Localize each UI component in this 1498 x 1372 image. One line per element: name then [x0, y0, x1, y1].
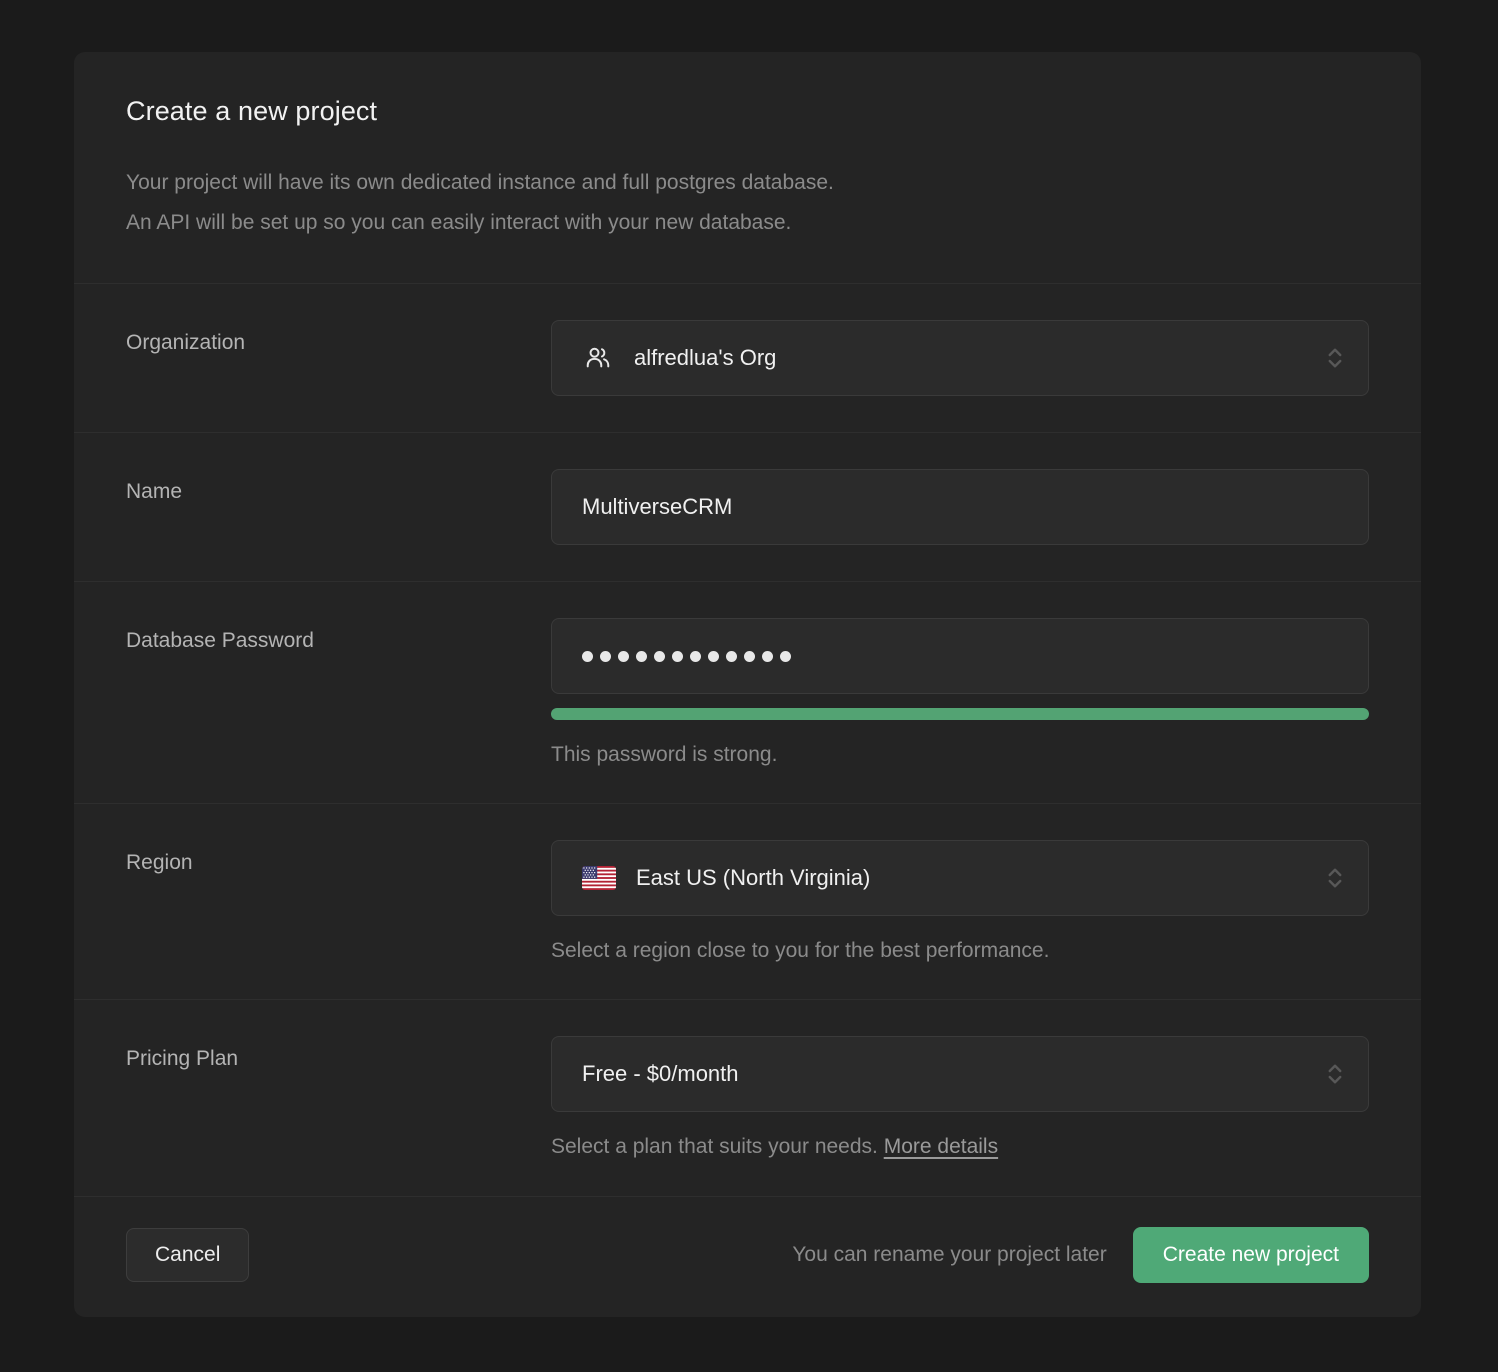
organization-label: Organization [126, 331, 246, 354]
dialog-description-line-2: An API will be set up so you can easily … [126, 211, 792, 234]
rename-note: You can rename your project later [792, 1242, 1107, 1266]
create-new-project-button[interactable]: Create new project [1132, 1226, 1369, 1283]
dialog-description-line-1: Your project will have its own dedicated… [126, 171, 834, 194]
users-icon [582, 344, 614, 372]
chevron-up-down-icon [1326, 863, 1344, 893]
more-details-link[interactable]: More details [884, 1135, 998, 1158]
dialog-footer: Cancel You can rename your project later… [74, 1195, 1421, 1317]
region-field: East US (North Virginia) Select a region… [551, 840, 1369, 963]
field-row-pricing-plan: Pricing Plan Free - $0/month Select a pl… [74, 999, 1421, 1195]
organization-value: alfredlua's Org [634, 345, 777, 370]
password-strength-text: This password is strong. [551, 743, 778, 766]
pricing-plan-label: Pricing Plan [126, 1047, 239, 1071]
name-field: MultiverseCRM [551, 469, 1369, 545]
cancel-button[interactable]: Cancel [126, 1227, 250, 1282]
create-project-dialog: Create a new project Your project will h… [74, 52, 1421, 1317]
field-row-organization: Organization alfredlua's Org [74, 283, 1421, 432]
pricing-plan-value: Free - $0/month [582, 1061, 739, 1087]
name-label: Name [126, 480, 183, 503]
footer-actions: You can rename your project later Create… [792, 1226, 1369, 1283]
region-value: East US (North Virginia) [636, 865, 871, 891]
dialog-header: Create a new project Your project will h… [74, 52, 1421, 283]
database-password-input[interactable] [551, 618, 1369, 694]
organization-field: alfredlua's Org [551, 320, 1369, 396]
dialog-description: Your project will have its own dedicated… [126, 163, 1369, 243]
chevron-up-down-icon [1326, 1059, 1344, 1089]
password-field: This password is strong. [551, 618, 1369, 767]
pricing-plan-helper-text: Select a plan that suits your needs. [551, 1135, 878, 1159]
pricing-plan-field: Free - $0/month Select a plan that suits… [551, 1036, 1369, 1159]
pricing-plan-select[interactable]: Free - $0/month [551, 1036, 1369, 1113]
password-strength-bar [551, 708, 1369, 720]
field-row-password: Database Password This password is stron… [74, 581, 1421, 803]
password-label: Database Password [126, 629, 314, 652]
field-row-region: Region East US (North Virginia) Select a… [74, 803, 1421, 999]
page-background: Create a new project Your project will h… [0, 0, 1498, 1372]
organization-select[interactable]: alfredlua's Org [551, 320, 1369, 396]
region-helper-text: Select a region close to you for the bes… [551, 939, 1050, 963]
region-select[interactable]: East US (North Virginia) [551, 840, 1369, 917]
field-row-name: Name MultiverseCRM [74, 432, 1421, 581]
project-name-input[interactable]: MultiverseCRM [551, 469, 1369, 545]
region-label: Region [126, 851, 193, 875]
chevron-up-down-icon [1326, 343, 1344, 373]
dialog-title: Create a new project [126, 96, 378, 126]
project-name-value: MultiverseCRM [582, 494, 733, 519]
pricing-plan-helper: Select a plan that suits your needs. Mor… [551, 1134, 1369, 1159]
password-masked-dots [582, 650, 791, 662]
us-flag-icon [582, 866, 616, 891]
